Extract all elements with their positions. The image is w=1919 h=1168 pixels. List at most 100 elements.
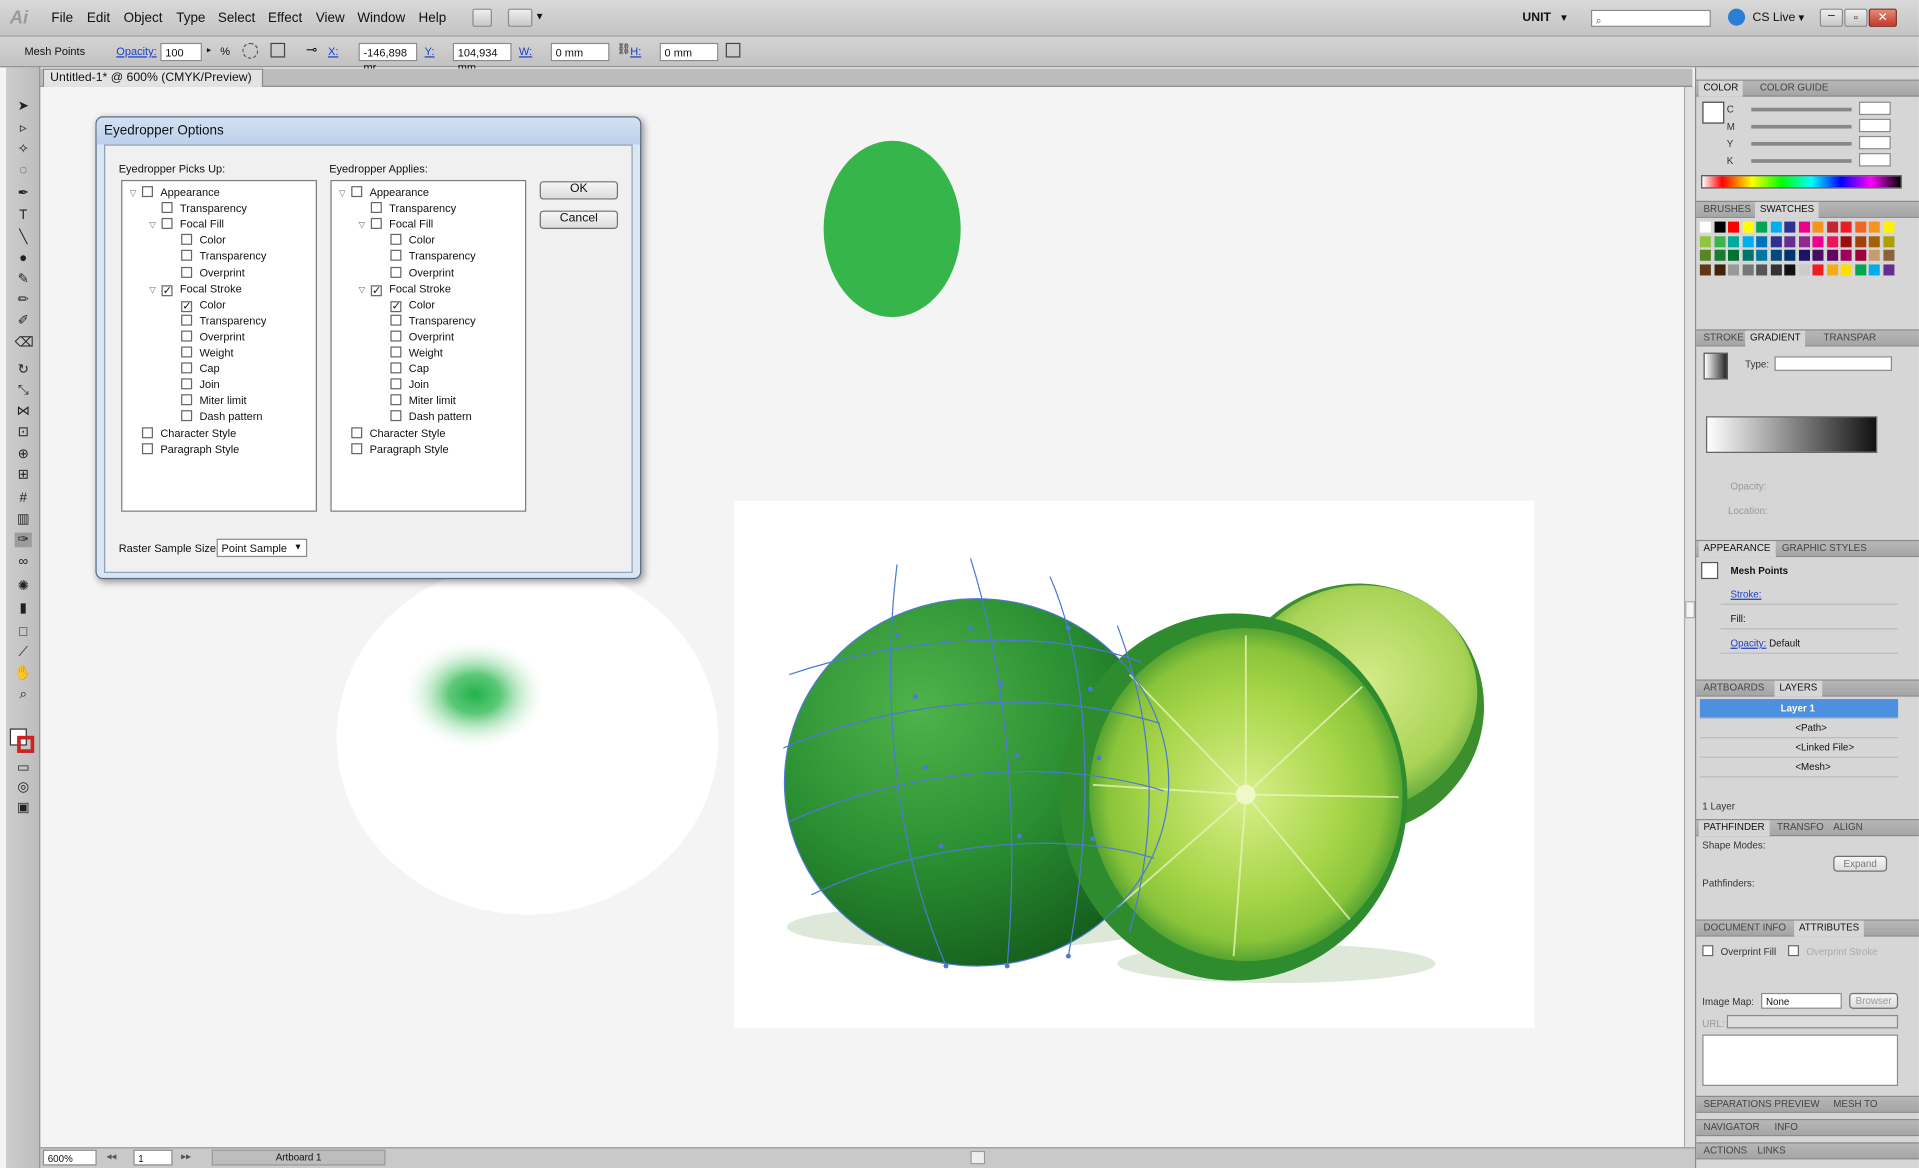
disclosure-triangle-icon[interactable]: ▽ xyxy=(130,187,142,202)
checkbox[interactable] xyxy=(141,186,153,198)
menu-window[interactable]: Window xyxy=(357,11,405,26)
applies-list[interactable]: ▽ Appearance Transparency ▽ Focal Fill Color T… xyxy=(330,179,527,512)
swatch[interactable] xyxy=(1812,221,1824,233)
checkbox[interactable] xyxy=(141,426,153,438)
slice-tool-icon[interactable]: ⟋ xyxy=(15,645,32,660)
y-slider[interactable] xyxy=(1751,142,1852,146)
swatch[interactable] xyxy=(1770,235,1782,247)
x-link[interactable]: X: xyxy=(328,45,338,57)
y-field[interactable] xyxy=(1858,135,1891,150)
applies-list-item[interactable]: Color xyxy=(378,233,435,249)
menu-help[interactable]: Help xyxy=(419,11,447,26)
h-field[interactable]: 0 mm xyxy=(659,42,719,62)
tab-mesh[interactable]: MESH TO xyxy=(1828,1097,1882,1113)
magic-wand-tool-icon[interactable]: ✧ xyxy=(15,142,32,157)
ok-button[interactable]: OK xyxy=(539,181,619,200)
picks-up-list-item[interactable]: ▽ ✓ Focal Stroke xyxy=(149,281,242,299)
checkbox[interactable] xyxy=(390,266,402,278)
picks-up-list-item[interactable]: Weight xyxy=(169,345,234,361)
gradient-preview[interactable] xyxy=(1703,352,1729,380)
picks-up-list-item[interactable]: Transparency xyxy=(169,313,266,329)
last-page-icon[interactable]: ▸▸ xyxy=(181,1151,191,1162)
perspective-grid-tool-icon[interactable]: ⊞ xyxy=(15,468,32,483)
column-graph-tool-icon[interactable]: ▮ xyxy=(15,601,32,616)
url-field[interactable] xyxy=(1726,1014,1899,1029)
color-mode-icon[interactable]: ▭ xyxy=(15,760,32,775)
picks-up-list[interactable]: ▽ Appearance Transparency ▽ Focal Fill Color T… xyxy=(121,179,317,512)
picks-up-list-item[interactable]: Dash pattern xyxy=(169,409,263,425)
swatch[interactable] xyxy=(1742,249,1754,261)
arrange-documents-icon[interactable] xyxy=(507,8,533,27)
checkbox[interactable]: ✓ xyxy=(390,300,402,312)
checkbox[interactable] xyxy=(141,442,153,454)
picks-up-list-item[interactable]: Miter limit xyxy=(169,393,247,409)
lasso-tool-icon[interactable]: ◌ xyxy=(15,163,32,178)
disclosure-triangle-icon[interactable]: ▽ xyxy=(149,284,161,299)
swatch[interactable] xyxy=(1728,249,1740,261)
vertical-scrollbar[interactable] xyxy=(1683,86,1695,1148)
applies-list-item[interactable]: Cap xyxy=(378,361,429,377)
picks-up-list-item[interactable]: Paragraph Style xyxy=(130,441,239,457)
artboard-tool-icon[interactable]: □ xyxy=(15,624,32,639)
swatch[interactable] xyxy=(1713,235,1725,247)
checkbox[interactable]: ✓ xyxy=(161,284,173,296)
checkbox[interactable] xyxy=(181,378,193,390)
transform-reference-icon[interactable] xyxy=(270,42,286,58)
direct-selection-tool-icon[interactable]: ▹ xyxy=(15,121,32,136)
swatch[interactable] xyxy=(1854,263,1866,275)
checkbox[interactable] xyxy=(161,202,173,214)
workspace-chevron-icon[interactable]: ▼ xyxy=(1559,12,1569,23)
checkbox[interactable] xyxy=(181,234,193,246)
checkbox[interactable] xyxy=(390,234,402,246)
swatch[interactable] xyxy=(1699,221,1711,233)
picks-up-list-item[interactable]: ▽ Appearance xyxy=(130,185,220,201)
hand-tool-icon[interactable]: ✋ xyxy=(15,666,32,681)
checkbox[interactable] xyxy=(390,378,402,390)
swatch-grid[interactable] xyxy=(1699,221,1901,303)
picks-up-list-item[interactable]: Join xyxy=(169,377,220,393)
picks-up-list-item[interactable]: Overprint xyxy=(169,329,245,345)
checkbox[interactable] xyxy=(351,186,363,198)
picks-up-list-item[interactable]: Character Style xyxy=(130,425,236,441)
swatch[interactable] xyxy=(1882,235,1894,247)
swatch[interactable] xyxy=(1756,249,1768,261)
swatch[interactable] xyxy=(1840,249,1852,261)
swatch[interactable] xyxy=(1713,249,1725,261)
menu-type[interactable]: Type xyxy=(176,11,205,26)
expand-button[interactable]: Expand xyxy=(1833,855,1888,872)
tab-artboards[interactable]: ARTBOARDS xyxy=(1699,681,1770,697)
gradient-tool-icon[interactable]: ▥ xyxy=(15,512,32,527)
c-slider[interactable] xyxy=(1751,107,1852,112)
checkbox[interactable] xyxy=(390,394,402,406)
swatch[interactable] xyxy=(1840,235,1852,247)
swatch[interactable] xyxy=(1812,249,1824,261)
c-field[interactable] xyxy=(1858,101,1891,116)
checkbox[interactable] xyxy=(390,362,402,374)
swatch[interactable] xyxy=(1699,235,1711,247)
overprint-fill-checkbox[interactable]: Overprint Fill xyxy=(1702,945,1776,957)
picks-up-list-item[interactable]: Color xyxy=(169,233,226,249)
swatch[interactable] xyxy=(1882,221,1894,233)
checkbox[interactable] xyxy=(390,330,402,342)
picks-up-list-item[interactable]: Cap xyxy=(169,361,220,377)
swatch[interactable] xyxy=(1798,221,1810,233)
swatch[interactable] xyxy=(1812,263,1824,275)
line-tool-icon[interactable]: ╲ xyxy=(15,230,32,245)
applies-list-item[interactable]: Join xyxy=(378,377,429,393)
checkbox[interactable]: ✓ xyxy=(370,284,382,296)
menu-effect[interactable]: Effect xyxy=(268,11,302,26)
swatch[interactable] xyxy=(1854,235,1866,247)
disclosure-triangle-icon[interactable]: ▽ xyxy=(339,187,351,202)
opacity-link-appearance[interactable]: Opacity: xyxy=(1730,638,1766,649)
swatch[interactable] xyxy=(1784,263,1796,275)
swatch[interactable] xyxy=(1854,249,1866,261)
y-field[interactable]: 104,934 mm xyxy=(452,42,512,73)
picks-up-list-item[interactable]: ✓ Color xyxy=(169,297,226,313)
eyedropper-tool-icon[interactable]: ✑ xyxy=(14,532,32,548)
appearance-fill-row[interactable]: Fill: xyxy=(1720,610,1899,630)
image-map-select[interactable]: None xyxy=(1761,992,1842,1009)
color-fill-swatch[interactable] xyxy=(1702,101,1725,124)
rotate-tool-icon[interactable]: ↻ xyxy=(15,362,32,377)
selection-tool-icon[interactable]: ➤ xyxy=(15,99,32,114)
picks-up-list-item[interactable]: ▽ Focal Fill xyxy=(149,217,224,233)
